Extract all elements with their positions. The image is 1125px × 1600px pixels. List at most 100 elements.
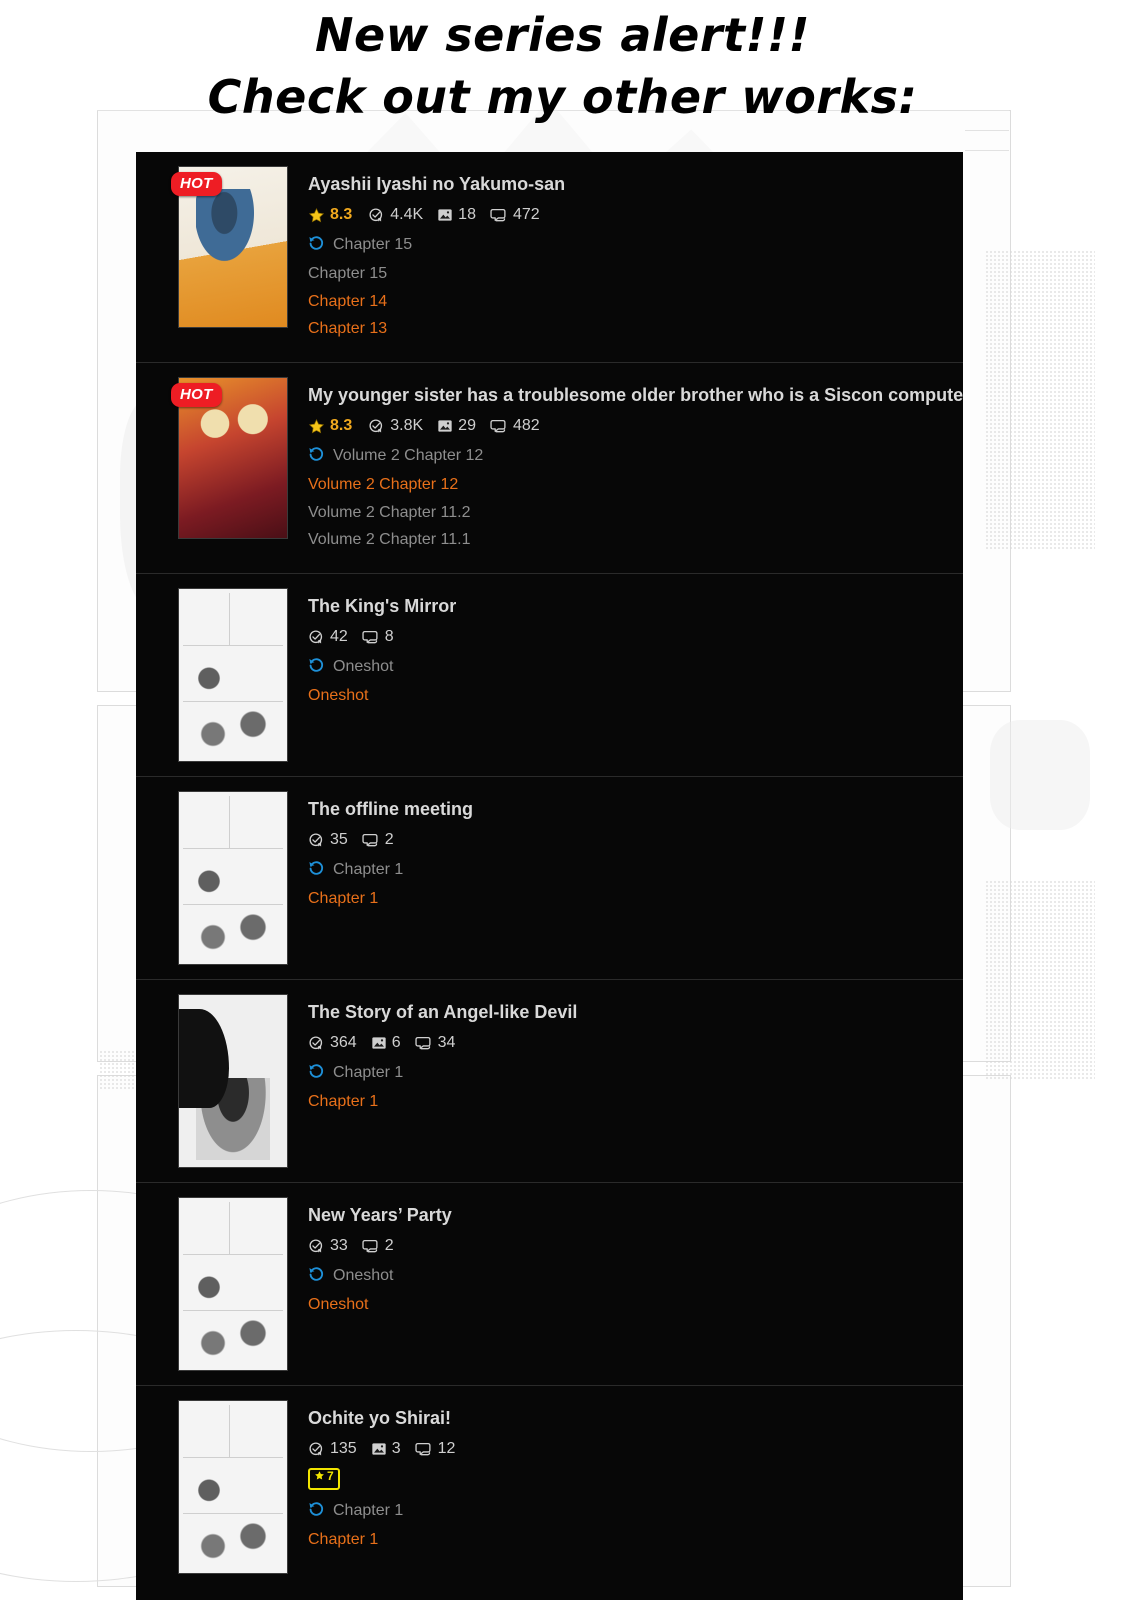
series-title[interactable]: New Years’ Party xyxy=(308,1205,963,1227)
series-cover-wrapper[interactable]: HOT xyxy=(171,376,288,539)
chapter-link[interactable]: Chapter 14 xyxy=(308,293,963,311)
chapter-link[interactable]: Chapter 1 xyxy=(308,1531,963,1549)
bookmark-check-icon xyxy=(308,1035,325,1052)
series-stats: 135 3 12 xyxy=(308,1441,963,1458)
series-cover-wrapper[interactable] xyxy=(178,993,288,1168)
series-cover-image[interactable] xyxy=(178,1399,288,1574)
series-title[interactable]: My younger sister has a troublesome olde… xyxy=(308,385,963,407)
image-value: 3 xyxy=(391,1440,401,1458)
bookmark-check-stat: 33 xyxy=(308,1238,348,1255)
series-row[interactable]: Ochite yo Shirai! 135 3 12 7 Chapter 1 Chapter… xyxy=(136,1384,963,1588)
series-list-panel: HOT Ayashii Iyashi no Yakumo-san 8.3 4.4K 18… xyxy=(136,152,963,1600)
series-cover-image[interactable] xyxy=(178,790,288,965)
latest-chapter-label: Oneshot xyxy=(333,1266,394,1284)
latest-chapter-label: Oneshot xyxy=(333,657,394,675)
bg-detail-2 xyxy=(965,150,1009,151)
chapter-link[interactable]: Chapter 13 xyxy=(308,320,963,338)
comment-stat: 472 xyxy=(490,207,540,224)
series-cover-wrapper[interactable] xyxy=(178,587,288,762)
series-row[interactable]: The Story of an Angel-like Devil 364 6 34 Ch… xyxy=(136,978,963,1182)
chapter-link[interactable]: Volume 2 Chapter 11.1 xyxy=(308,531,963,549)
series-cover-wrapper[interactable] xyxy=(178,1399,288,1574)
series-stats: 42 8 xyxy=(308,629,963,646)
series-cover-image[interactable] xyxy=(178,1196,288,1371)
latest-chapter-label: Chapter 1 xyxy=(333,1063,404,1081)
bookmark-check-icon xyxy=(308,629,325,646)
star-icon xyxy=(308,207,325,224)
image-icon xyxy=(371,1441,387,1457)
star-icon xyxy=(308,418,325,435)
chapter-link[interactable]: Chapter 15 xyxy=(308,265,963,283)
chapter-list: Volume 2 Chapter 12 Volume 2 Chapter 11.2… xyxy=(308,476,963,549)
bookmark-check-icon xyxy=(368,207,385,224)
latest-chapter-label: Chapter 15 xyxy=(333,235,413,253)
series-stats: 8.3 3.8K 29 482 xyxy=(308,418,963,435)
latest-chapter-row[interactable]: Chapter 1 xyxy=(308,1500,963,1522)
series-info: New Years’ Party 33 2 Oneshot Oneshot xyxy=(308,1197,963,1324)
bookmark-check-icon xyxy=(308,1441,325,1458)
latest-chapter-row[interactable]: Volume 2 Chapter 12 xyxy=(308,445,963,467)
comment-stat: 12 xyxy=(414,1440,456,1458)
rank-badge: 7 xyxy=(308,1467,340,1490)
series-title[interactable]: The offline meeting xyxy=(308,799,963,821)
image-value: 18 xyxy=(458,206,476,224)
history-clock-icon xyxy=(308,859,325,881)
series-stats: 8.3 4.4K 18 472 xyxy=(308,207,963,224)
series-info: The offline meeting 35 2 Chapter 1 Chapter 1 xyxy=(308,791,963,918)
bookmark-check-value: 4.4K xyxy=(390,206,424,224)
series-stats: 33 2 xyxy=(308,1238,963,1255)
bookmark-check-value: 3.8K xyxy=(390,417,424,435)
headline-line-2: Check out my other works: xyxy=(207,70,918,125)
latest-chapter-row[interactable]: Oneshot xyxy=(308,656,963,678)
bookmark-check-stat: 135 xyxy=(308,1441,357,1458)
bookmark-check-icon xyxy=(368,418,385,435)
comment-icon xyxy=(490,418,508,435)
series-row[interactable]: The offline meeting 35 2 Chapter 1 Chapter 1 xyxy=(136,775,963,979)
comment-value: 12 xyxy=(437,1440,456,1458)
chapter-link[interactable]: Volume 2 Chapter 11.2 xyxy=(308,504,963,522)
comment-value: 472 xyxy=(512,206,540,224)
series-cover-image[interactable] xyxy=(178,587,288,762)
history-clock-icon xyxy=(308,1500,325,1522)
comment-icon xyxy=(490,207,508,224)
bookmark-check-value: 35 xyxy=(330,831,348,849)
star-value: 8.3 xyxy=(330,417,353,435)
chapter-list: Oneshot xyxy=(308,1296,963,1314)
series-info: The Story of an Angel-like Devil 364 6 34 Ch… xyxy=(308,994,963,1121)
chapter-link[interactable]: Volume 2 Chapter 12 xyxy=(308,476,963,494)
series-title[interactable]: The King's Mirror xyxy=(308,596,963,618)
bookmark-check-stat: 364 xyxy=(308,1035,357,1052)
series-cover-wrapper[interactable]: HOT xyxy=(171,166,288,328)
chapter-link[interactable]: Oneshot xyxy=(308,687,963,705)
comment-stat: 2 xyxy=(362,832,394,849)
chapter-link[interactable]: Chapter 1 xyxy=(308,1093,963,1111)
series-info: The King's Mirror 42 8 Oneshot Oneshot xyxy=(308,588,963,715)
history-clock-icon xyxy=(308,1265,325,1287)
latest-chapter-row[interactable]: Chapter 1 xyxy=(308,859,963,881)
series-cover-image[interactable] xyxy=(178,993,288,1168)
latest-chapter-row[interactable]: Oneshot xyxy=(308,1265,963,1287)
series-stats: 35 2 xyxy=(308,832,963,849)
bg-screen-tone-2 xyxy=(985,250,1095,550)
latest-chapter-label: Chapter 1 xyxy=(333,860,404,878)
series-title[interactable]: Ochite yo Shirai! xyxy=(308,1408,963,1430)
comment-value: 482 xyxy=(512,417,540,435)
series-title[interactable]: Ayashii Iyashi no Yakumo-san xyxy=(308,174,963,196)
bg-detail-1 xyxy=(965,130,1009,131)
series-cover-wrapper[interactable] xyxy=(178,1196,288,1371)
chapter-link[interactable]: Oneshot xyxy=(308,1296,963,1314)
series-row[interactable]: New Years’ Party 33 2 Oneshot Oneshot xyxy=(136,1181,963,1385)
series-info: Ochite yo Shirai! 135 3 12 7 Chapter 1 Chapter… xyxy=(308,1400,963,1559)
page-title: New series alert!!! Check out my other w… xyxy=(0,8,1125,125)
comment-stat: 2 xyxy=(362,1238,394,1255)
latest-chapter-row[interactable]: Chapter 15 xyxy=(308,234,963,256)
comment-value: 2 xyxy=(384,1237,394,1255)
chapter-link[interactable]: Chapter 1 xyxy=(308,890,963,908)
series-row[interactable]: The King's Mirror 42 8 Oneshot Oneshot xyxy=(136,572,963,776)
series-row[interactable]: HOT Ayashii Iyashi no Yakumo-san 8.3 4.4K 18… xyxy=(136,152,963,362)
series-title[interactable]: The Story of an Angel-like Devil xyxy=(308,1002,963,1024)
series-cover-wrapper[interactable] xyxy=(178,790,288,965)
latest-chapter-row[interactable]: Chapter 1 xyxy=(308,1062,963,1084)
hot-badge: HOT xyxy=(171,172,222,196)
series-row[interactable]: HOT My younger sister has a troublesome o… xyxy=(136,361,963,573)
